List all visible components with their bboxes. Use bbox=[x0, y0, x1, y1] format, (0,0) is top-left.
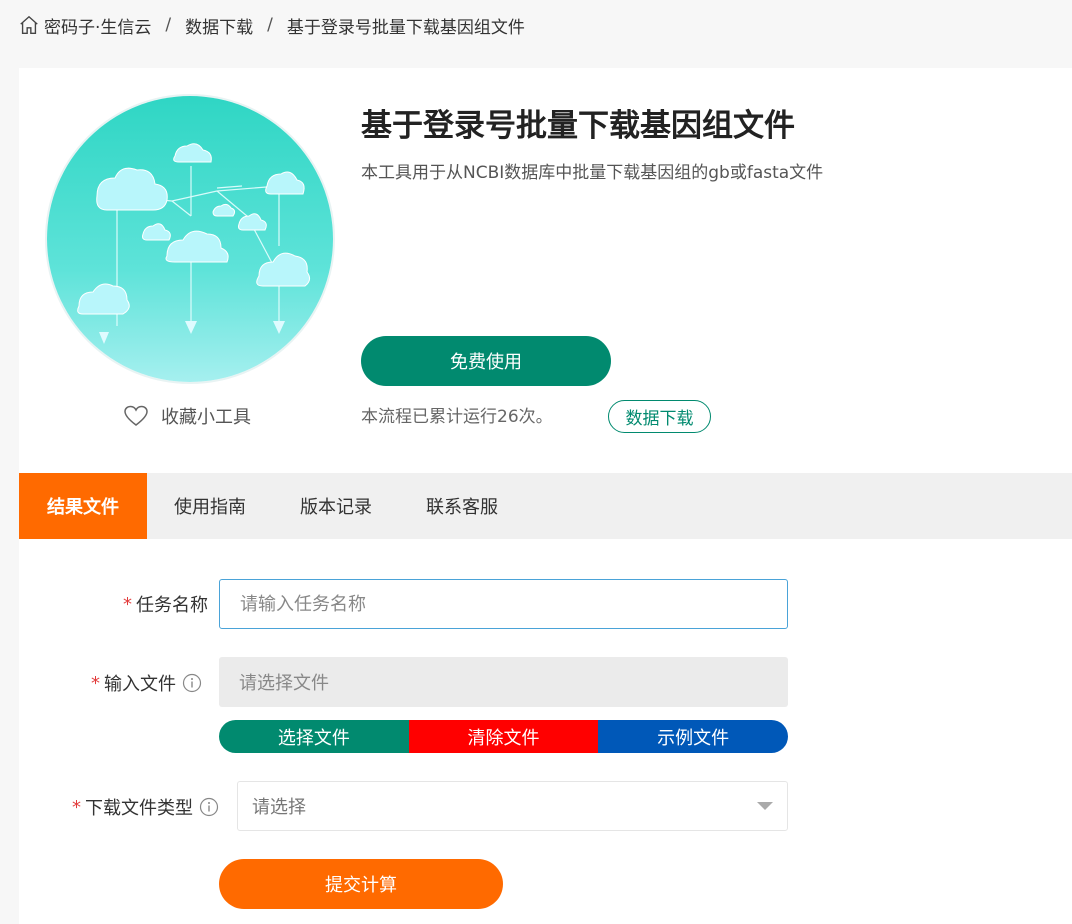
required-mark: * bbox=[72, 796, 81, 818]
info-icon[interactable] bbox=[182, 673, 202, 693]
run-count-text: 本流程已累计运行26次。 bbox=[361, 407, 553, 427]
favorite-label: 收藏小工具 bbox=[161, 407, 251, 428]
clear-file-button[interactable]: 清除文件 bbox=[408, 720, 599, 753]
tab-version-history[interactable]: 版本记录 bbox=[273, 473, 399, 539]
breadcrumb-item-current: 基于登录号批量下载基因组文件 bbox=[286, 17, 525, 38]
task-name-input[interactable] bbox=[219, 579, 788, 629]
download-type-label: * 下载文件类型 bbox=[72, 794, 219, 820]
tab-bar: 结果文件 使用指南 版本记录 联系客服 bbox=[19, 473, 1072, 539]
tool-card: 收藏小工具 基于登录号批量下载基因组文件 本工具用于从NCBI数据库中批量下载基… bbox=[19, 68, 1072, 924]
input-file-field[interactable]: 请选择文件 bbox=[219, 657, 788, 707]
input-file-label-text: 输入文件 bbox=[104, 674, 176, 695]
select-file-button[interactable]: 选择文件 bbox=[219, 720, 409, 753]
breadcrumb-separator: / bbox=[165, 15, 172, 35]
breadcrumb-item-home[interactable]: 密码子·生信云 bbox=[44, 13, 151, 38]
task-name-label: * 任务名称 bbox=[123, 591, 208, 617]
file-button-group: 选择文件 清除文件 示例文件 bbox=[219, 720, 788, 753]
free-use-button[interactable]: 免费使用 bbox=[361, 336, 611, 386]
tab-user-guide[interactable]: 使用指南 bbox=[147, 473, 273, 539]
example-file-button[interactable]: 示例文件 bbox=[598, 720, 788, 753]
category-tag[interactable]: 数据下载 bbox=[608, 400, 711, 433]
required-mark: * bbox=[123, 593, 132, 615]
heart-icon bbox=[124, 405, 148, 426]
home-icon[interactable] bbox=[18, 14, 40, 36]
required-mark: * bbox=[91, 672, 100, 694]
breadcrumb: 密码子·生信云 / 数据下载 / 基于登录号批量下载基因组文件 bbox=[18, 13, 525, 38]
chevron-down-icon bbox=[757, 802, 773, 810]
download-type-placeholder: 请选择 bbox=[252, 797, 306, 818]
input-file-label: * 输入文件 bbox=[91, 670, 202, 696]
breadcrumb-separator: / bbox=[267, 15, 273, 35]
page-title: 基于登录号批量下载基因组文件 bbox=[361, 108, 795, 144]
download-type-select[interactable]: 请选择 bbox=[237, 781, 788, 831]
tab-result-files[interactable]: 结果文件 bbox=[19, 473, 147, 539]
task-name-label-text: 任务名称 bbox=[136, 595, 208, 616]
tool-description: 本工具用于从NCBI数据库中批量下载基因组的gb或fasta文件 bbox=[361, 163, 824, 183]
download-type-label-text: 下载文件类型 bbox=[85, 798, 193, 819]
breadcrumb-item-category[interactable]: 数据下载 bbox=[185, 13, 253, 38]
tool-cover-image bbox=[45, 94, 335, 384]
favorite-button[interactable]: 收藏小工具 bbox=[123, 401, 251, 431]
submit-button[interactable]: 提交计算 bbox=[219, 859, 503, 909]
tab-contact-support[interactable]: 联系客服 bbox=[399, 473, 525, 539]
info-icon[interactable] bbox=[199, 797, 219, 817]
